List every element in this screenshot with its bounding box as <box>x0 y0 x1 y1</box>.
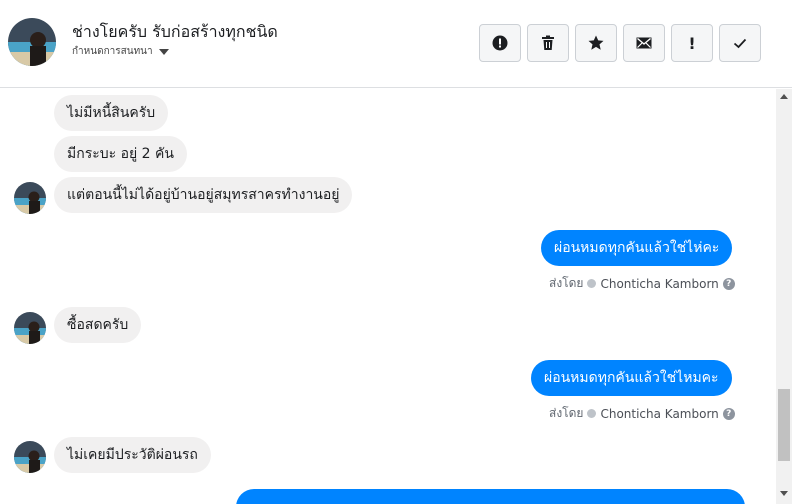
help-icon[interactable]: ? <box>722 277 735 290</box>
contact-avatar-small <box>14 441 46 473</box>
report-button[interactable] <box>479 24 521 62</box>
exclamation-icon: ! <box>688 33 696 53</box>
star-icon <box>588 35 604 50</box>
scroll-down-arrow-icon[interactable] <box>780 491 788 496</box>
contact-name[interactable]: ช่างโยครับ รับก่อสร้างทุกชนิด <box>72 20 278 45</box>
mark-unread-button[interactable] <box>623 24 665 62</box>
scrollbar[interactable] <box>776 89 792 504</box>
envelope-icon <box>636 37 652 49</box>
sent-by-line: ส่งโดย Chonticha Kamborn ? <box>549 274 735 293</box>
report-icon <box>492 35 508 51</box>
message-list: ไม่มีหนี้สินครับ มีกระบะ อยู่ 2 คัน แต่ต… <box>0 89 776 504</box>
sender-name[interactable]: Chonticha Kamborn <box>600 277 718 291</box>
mark-done-button[interactable] <box>719 24 761 62</box>
message-outgoing-partial <box>236 489 745 504</box>
help-icon[interactable]: ? <box>722 407 735 420</box>
sent-by-label: ส่งโดย <box>549 406 584 420</box>
chevron-down-icon <box>158 48 169 55</box>
scroll-up-arrow-icon[interactable] <box>780 94 788 99</box>
sent-by-label: ส่งโดย <box>549 276 584 290</box>
header-actions: ! <box>479 24 761 62</box>
conversation-schedule-dropdown[interactable]: กำหนดการสนทนา <box>72 44 169 59</box>
conversation-header: ช่างโยครับ รับก่อสร้างทุกชนิด กำหนดการสน… <box>0 0 792 88</box>
message-incoming: ซื้อสดครับ <box>54 307 142 343</box>
message-outgoing: ผ่อนหมดทุกคันแล้วใช่ไหมคะ <box>531 360 732 396</box>
delete-button[interactable] <box>527 24 569 62</box>
contact-avatar[interactable] <box>8 18 56 66</box>
contact-avatar-small <box>14 312 46 344</box>
message-incoming: ไม่มีหนี้สินครับ <box>54 95 169 131</box>
sender-name[interactable]: Chonticha Kamborn <box>600 407 718 421</box>
checkmark-icon <box>733 38 747 49</box>
sent-by-line: ส่งโดย Chonticha Kamborn ? <box>549 404 735 423</box>
message-outgoing: ผ่อนหมดทุกคันแล้วใช่ไห่คะ <box>541 230 733 266</box>
check-circle-icon <box>587 279 597 288</box>
message-incoming: แต่ตอนนี้ไม่ได้อยู่บ้านอยู่สมุทรสาครทำงา… <box>54 177 353 213</box>
schedule-label: กำหนดการสนทนา <box>72 46 153 57</box>
trash-icon <box>542 35 554 50</box>
follow-up-button[interactable]: ! <box>671 24 713 62</box>
scroll-thumb[interactable] <box>778 389 790 461</box>
message-incoming: มีกระบะ อยู่ 2 คัน <box>54 136 187 172</box>
star-button[interactable] <box>575 24 617 62</box>
message-incoming: ไม่เคยมีประวัติผ่อนรถ <box>54 437 211 473</box>
check-circle-icon <box>587 409 597 418</box>
contact-avatar-small <box>14 182 46 214</box>
